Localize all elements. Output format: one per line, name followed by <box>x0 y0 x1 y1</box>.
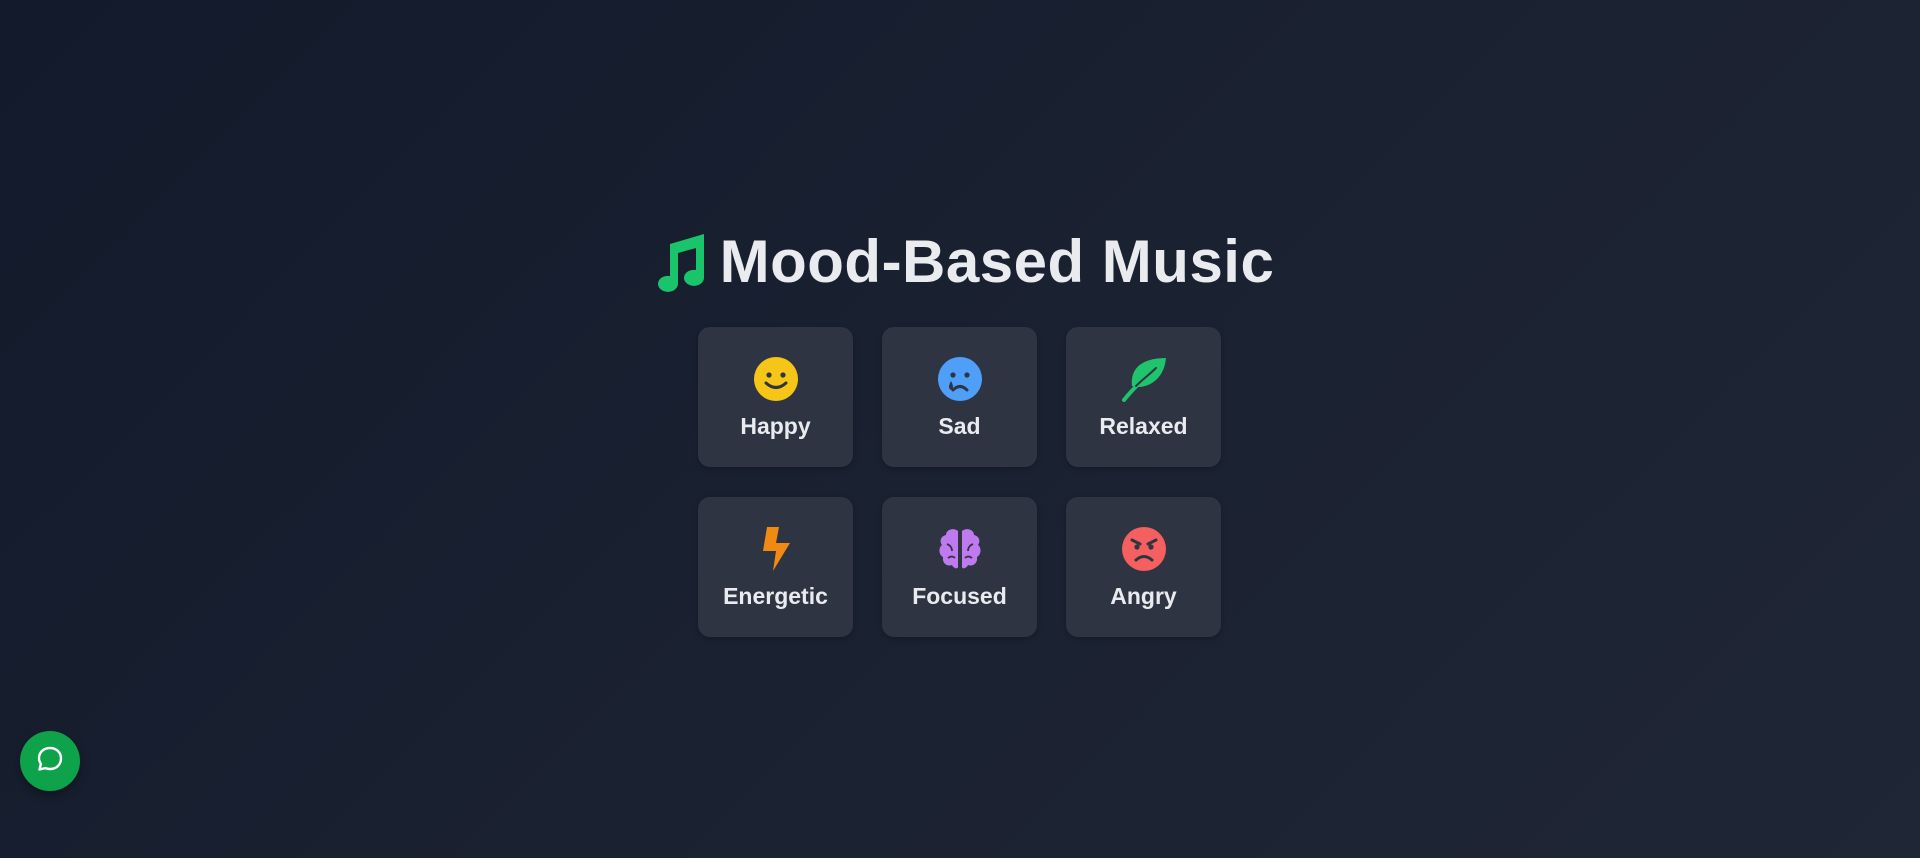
header: Mood-Based Music <box>0 222 1920 302</box>
app-root: Mood-Based Music Happy Sad Relaxed Energ… <box>0 0 1920 858</box>
mood-label: Focused <box>912 582 1007 609</box>
mood-card-sad[interactable]: Sad <box>882 327 1037 467</box>
mood-card-happy[interactable]: Happy <box>698 327 853 467</box>
angry-face-icon <box>1120 525 1168 573</box>
bolt-icon <box>752 525 800 573</box>
sad-tear-icon <box>936 355 984 403</box>
mood-card-angry[interactable]: Angry <box>1066 497 1221 637</box>
mood-label: Angry <box>1110 582 1177 609</box>
leaf-icon <box>1120 355 1168 403</box>
mood-card-relaxed[interactable]: Relaxed <box>1066 327 1221 467</box>
page-title: Mood-Based Music <box>719 228 1275 295</box>
mood-card-focused[interactable]: Focused <box>882 497 1037 637</box>
mood-grid: Happy Sad Relaxed Energetic Focused Angr… <box>698 327 1222 637</box>
smile-icon <box>752 355 800 403</box>
mood-label: Happy <box>740 412 811 439</box>
mood-label: Relaxed <box>1099 412 1188 439</box>
music-note-icon <box>646 230 706 294</box>
mood-card-energetic[interactable]: Energetic <box>698 497 853 637</box>
mood-label: Energetic <box>723 582 828 609</box>
brain-icon <box>936 525 984 573</box>
mood-label: Sad <box>938 412 981 439</box>
chat-bubble-icon <box>35 744 65 779</box>
chat-button[interactable] <box>20 731 80 791</box>
